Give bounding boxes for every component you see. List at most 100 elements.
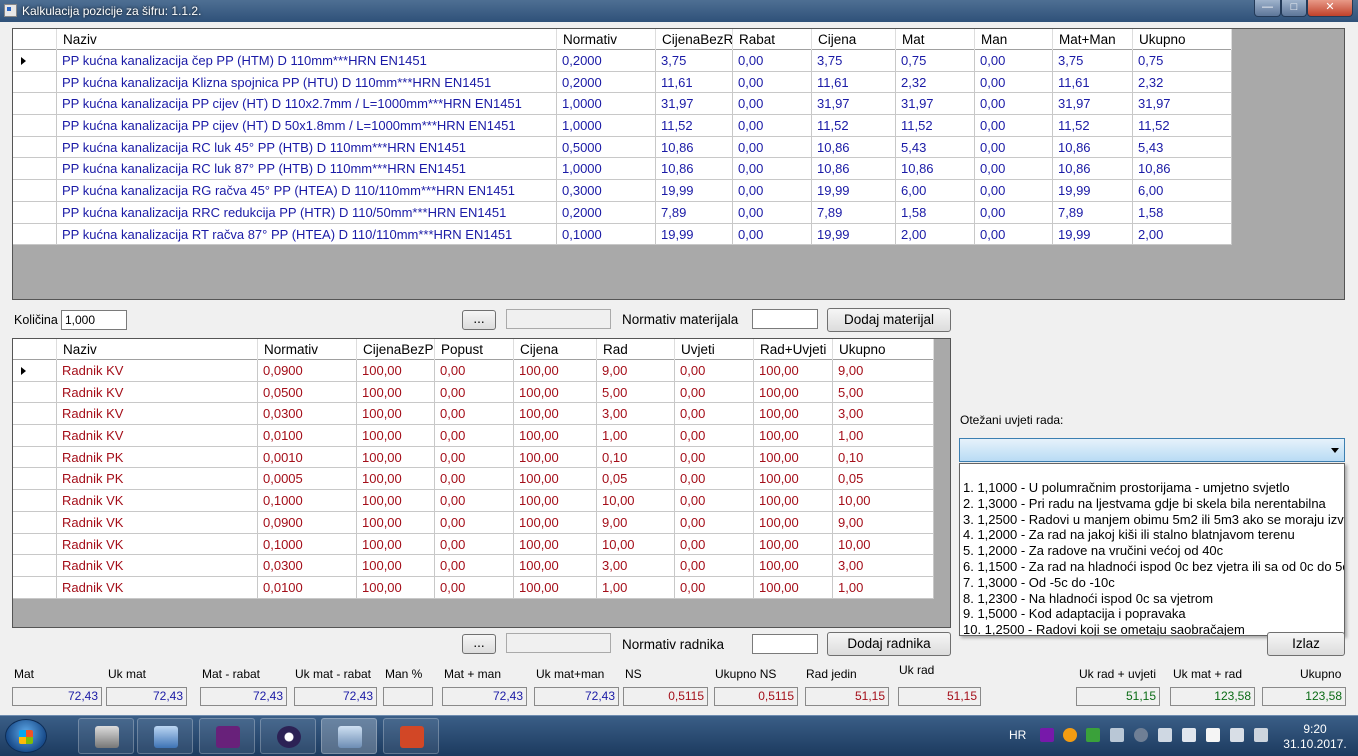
row-selector[interactable] [13,71,57,93]
cell-mat-man[interactable]: 3,75 [1053,50,1133,71]
cell-cijena[interactable]: 100,00 [514,446,597,468]
cell-ukupno[interactable]: 10,00 [833,490,934,512]
cell-ukupno[interactable]: 0,10 [833,446,934,468]
cell-rabat[interactable]: 0,00 [733,136,812,158]
column-header-popust[interactable]: Popust [435,339,514,360]
conditions-option[interactable]: 7. 1,3000 - Od -5c do -10c [963,575,1115,590]
cell-cijena-bez-r[interactable]: 10,86 [656,158,733,180]
cell-popust[interactable]: 0,00 [435,360,514,381]
cell-mat[interactable]: 0,75 [896,50,975,71]
table-row[interactable]: PP kućna kanalizacija RRC redukcija PP (… [13,201,1232,224]
cell-normativ[interactable]: 0,0900 [258,360,357,381]
cell-rad[interactable]: 1,00 [597,576,675,598]
row-selector[interactable] [13,555,57,577]
table-row[interactable]: PP kućna kanalizacija RT račva 87° PP (H… [13,223,1232,246]
cell-normativ[interactable]: 0,1000 [557,223,656,245]
cell-normativ[interactable]: 0,2000 [557,50,656,71]
cell-naziv[interactable]: Radnik VK [57,576,258,598]
cell-mat-man[interactable]: 10,86 [1053,136,1133,158]
cell-naziv[interactable]: Radnik PK [57,468,258,490]
table-row[interactable]: Radnik VK 0,0900 100,00 0,00 100,00 9,00 0,00 1… [13,511,934,534]
cell-popust[interactable]: 0,00 [435,533,514,555]
cell-normativ[interactable]: 0,0100 [258,576,357,598]
green-tray-icon[interactable] [1086,728,1100,742]
cell-naziv[interactable]: PP kućna kanalizacija PP cijev (HT) D 11… [57,93,557,115]
cell-normativ[interactable]: 0,3000 [557,180,656,202]
kolicina-input[interactable]: 1,000 [61,310,127,330]
cell-cijena-bez-r[interactable]: 11,61 [656,71,733,93]
cell-naziv[interactable]: Radnik KV [57,381,258,403]
network-computer-icon[interactable] [137,718,193,754]
table-row[interactable]: Radnik PK 0,0010 100,00 0,00 100,00 0,10 0,00 1… [13,446,934,469]
cell-rad[interactable]: 0,05 [597,468,675,490]
cell-cijena[interactable]: 100,00 [514,576,597,598]
cell-cijena-bez-p[interactable]: 100,00 [357,360,435,381]
cell-cijena-bez-r[interactable]: 10,86 [656,136,733,158]
display-tray-icon[interactable] [1158,728,1172,742]
cell-cijena-bez-r[interactable]: 19,99 [656,180,733,202]
cell-mat-man[interactable]: 31,97 [1053,93,1133,115]
cell-cijena-bez-p[interactable]: 100,00 [357,533,435,555]
cell-rad[interactable]: 3,00 [597,555,675,577]
cell-cijena[interactable]: 11,61 [812,71,896,93]
computer-management-icon[interactable] [78,718,134,754]
cell-cijena[interactable]: 100,00 [514,555,597,577]
conditions-option[interactable]: 1. 1,1000 - U polumračnim prostorijama -… [963,480,1290,495]
normativ-radnika-input[interactable] [752,634,818,654]
cell-mat[interactable]: 6,00 [896,180,975,202]
cell-normativ[interactable]: 0,2000 [557,71,656,93]
cell-man[interactable]: 0,00 [975,50,1053,71]
minimize-button[interactable]: — [1254,0,1281,17]
row-selector[interactable] [13,576,57,598]
cell-cijena[interactable]: 11,52 [812,115,896,137]
cell-man[interactable]: 0,00 [975,136,1053,158]
cell-normativ[interactable]: 0,1000 [258,490,357,512]
cell-cijena-bez-p[interactable]: 100,00 [357,555,435,577]
cell-cijena[interactable]: 100,00 [514,468,597,490]
column-header-cijena[interactable]: Cijena [514,339,597,360]
row-selector[interactable] [13,381,57,403]
table-row[interactable]: Radnik VK 0,1000 100,00 0,00 100,00 10,00 0,00… [13,533,934,556]
row-selector[interactable] [13,490,57,512]
conditions-option[interactable]: 2. 1,3000 - Pri radu na ljestvama gdje b… [963,496,1326,511]
row-selector[interactable] [13,511,57,533]
conditions-combobox[interactable] [959,438,1345,462]
cell-cijena[interactable]: 19,99 [812,180,896,202]
cell-ukupno[interactable]: 10,00 [833,533,934,555]
cell-normativ[interactable]: 1,0000 [557,158,656,180]
cell-cijena[interactable]: 19,99 [812,223,896,245]
cell-rabat[interactable]: 0,00 [733,50,812,71]
row-selector[interactable] [13,533,57,555]
table-row[interactable]: PP kućna kanalizacija Klizna spojnica PP… [13,71,1232,94]
cell-naziv[interactable]: PP kućna kanalizacija RG račva 45° PP (H… [57,180,557,202]
normativ-materijala-input[interactable] [752,309,818,329]
cell-naziv[interactable]: PP kućna kanalizacija RT račva 87° PP (H… [57,223,557,245]
cell-popust[interactable]: 0,00 [435,446,514,468]
column-header-mat-man[interactable]: Mat+Man [1053,29,1133,50]
table-row[interactable]: PP kućna kanalizacija RC luk 45° PP (HTB… [13,136,1232,159]
cell-cijena-bez-p[interactable]: 100,00 [357,403,435,425]
cell-uvjeti[interactable]: 0,00 [675,555,754,577]
column-header-naziv[interactable]: Naziv [57,29,557,50]
column-header-rad-uvjeti[interactable]: Rad+Uvjeti [754,339,833,360]
cell-normativ[interactable]: 0,0300 [258,403,357,425]
browse-worker-button[interactable]: ... [462,634,496,654]
cell-rad-uvjeti[interactable]: 100,00 [754,576,833,598]
table-row[interactable]: PP kućna kanalizacija PP cijev (HT) D 11… [13,93,1232,116]
cell-mat[interactable]: 5,43 [896,136,975,158]
cell-rad[interactable]: 1,00 [597,425,675,447]
flag-tray-icon[interactable] [1206,728,1220,742]
cell-cijena[interactable]: 100,00 [514,381,597,403]
cell-cijena[interactable]: 100,00 [514,533,597,555]
cell-cijena-bez-p[interactable]: 100,00 [357,446,435,468]
row-selector[interactable] [13,115,57,137]
cell-man[interactable]: 0,00 [975,93,1053,115]
conditions-option[interactable]: 10. 1,2500 - Radovi koji se ometaju saob… [963,622,1245,635]
cell-rad-uvjeti[interactable]: 100,00 [754,490,833,512]
cell-mat-man[interactable]: 10,86 [1053,158,1133,180]
cell-popust[interactable]: 0,00 [435,381,514,403]
row-selector[interactable] [13,403,57,425]
conditions-option[interactable]: 8. 1,2300 - Na hladnoći ispod 0c sa vjet… [963,591,1213,606]
cell-man[interactable]: 0,00 [975,180,1053,202]
cell-naziv[interactable]: Radnik KV [57,403,258,425]
